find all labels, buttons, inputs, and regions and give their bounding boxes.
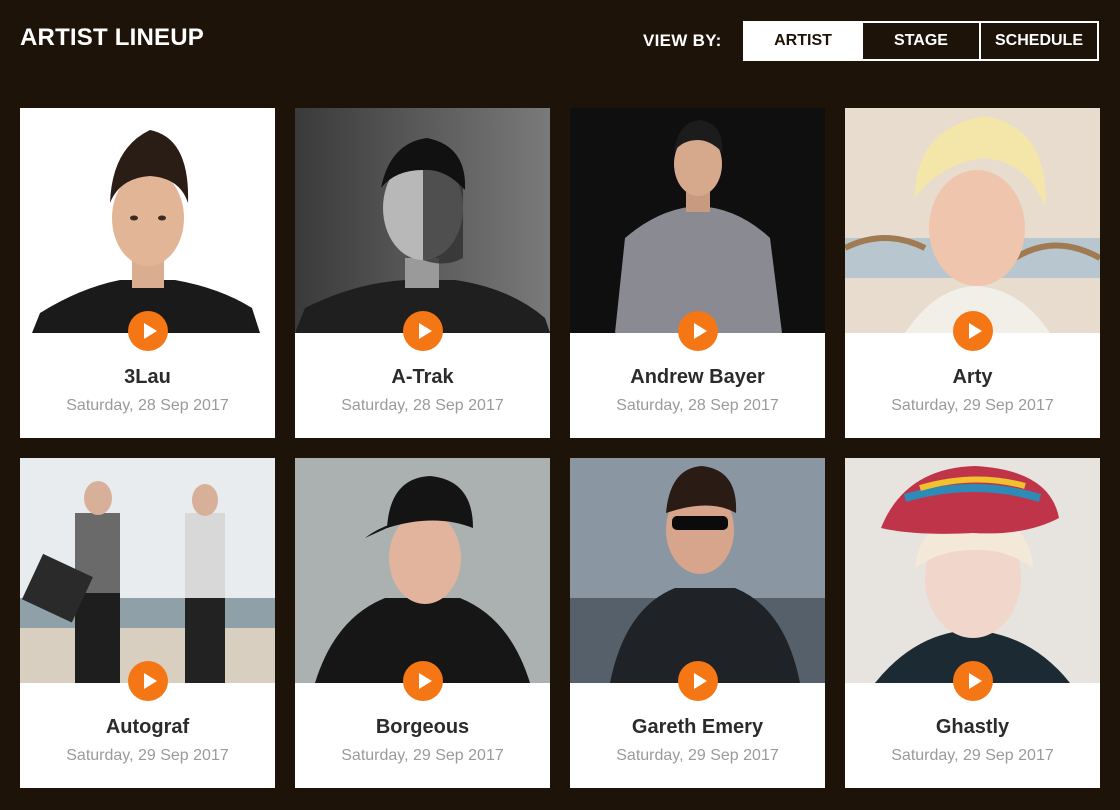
artist-card-3lau[interactable]: 3Lau Saturday, 28 Sep 2017 [20, 108, 275, 438]
artist-name: Autograf [105, 716, 190, 738]
artist-photo [295, 458, 550, 683]
artist-date: Saturday, 29 Sep 2017 [616, 747, 779, 764]
artist-date: Saturday, 29 Sep 2017 [891, 397, 1054, 414]
artist-name: Borgeous [375, 716, 470, 738]
artist-date: Saturday, 29 Sep 2017 [66, 747, 229, 764]
play-icon [143, 673, 157, 689]
play-button[interactable] [403, 661, 443, 701]
play-button[interactable] [128, 311, 168, 351]
artist-name: 3Lau [124, 366, 171, 388]
artist-card-gareth-emery[interactable]: Gareth Emery Saturday, 29 Sep 2017 [570, 458, 825, 788]
play-icon [968, 673, 982, 689]
play-button[interactable] [953, 311, 993, 351]
artist-card-borgeous[interactable]: Borgeous Saturday, 29 Sep 2017 [295, 458, 550, 788]
artist-card-autograf[interactable]: Autograf Saturday, 29 Sep 2017 [20, 458, 275, 788]
play-icon [418, 323, 432, 339]
play-button[interactable] [403, 311, 443, 351]
artist-card-ghastly[interactable]: Ghastly Saturday, 29 Sep 2017 [845, 458, 1100, 788]
artist-photo [20, 108, 275, 333]
artist-date: Saturday, 28 Sep 2017 [66, 397, 229, 414]
artist-photo [845, 108, 1100, 333]
play-icon [418, 673, 432, 689]
artist-date: Saturday, 29 Sep 2017 [341, 747, 504, 764]
artist-card-andrew-bayer[interactable]: Andrew Bayer Saturday, 28 Sep 2017 [570, 108, 825, 438]
play-button[interactable] [678, 661, 718, 701]
play-icon [693, 323, 707, 339]
artist-name: Andrew Bayer [630, 366, 765, 388]
artist-date: Saturday, 29 Sep 2017 [891, 747, 1054, 764]
play-button[interactable] [678, 311, 718, 351]
artist-name: Gareth Emery [631, 716, 764, 738]
artist-date: Saturday, 28 Sep 2017 [341, 397, 504, 414]
artist-card-a-trak[interactable]: A-Trak Saturday, 28 Sep 2017 [295, 108, 550, 438]
artist-name: Arty [952, 366, 993, 388]
play-icon [968, 323, 982, 339]
artist-photo [570, 108, 825, 333]
view-by-label: VIEW BY: [643, 31, 722, 50]
artist-name: Ghastly [935, 716, 1010, 738]
artist-photo [20, 458, 275, 683]
page-title: ARTIST LINEUP [20, 24, 204, 51]
tab-artist[interactable]: ARTIST [743, 21, 863, 61]
artist-photo [570, 458, 825, 683]
tab-schedule[interactable]: SCHEDULE [979, 21, 1099, 61]
tab-stage[interactable]: STAGE [861, 21, 981, 61]
play-icon [693, 673, 707, 689]
play-icon [143, 323, 157, 339]
play-button[interactable] [953, 661, 993, 701]
artist-photo [845, 458, 1100, 683]
play-button[interactable] [128, 661, 168, 701]
artist-photo [295, 108, 550, 333]
artist-card-arty[interactable]: Arty Saturday, 29 Sep 2017 [845, 108, 1100, 438]
view-by-tabs: ARTIST STAGE SCHEDULE [743, 21, 1099, 61]
artist-name: A-Trak [391, 366, 454, 388]
artist-date: Saturday, 28 Sep 2017 [616, 397, 779, 414]
